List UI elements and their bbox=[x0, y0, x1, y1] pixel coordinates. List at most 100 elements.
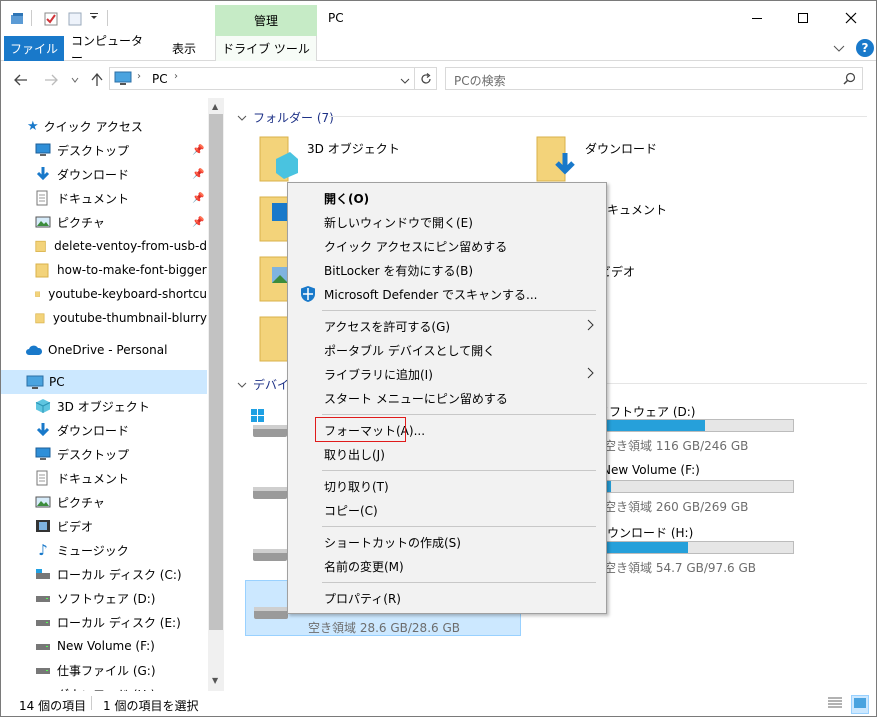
nav-label: ソフトウェア (D:) bbox=[57, 591, 156, 606]
nav-item-desktop[interactable]: デスクトップ 📌 bbox=[35, 138, 207, 162]
ribbon-collapse-icon[interactable] bbox=[833, 42, 845, 56]
nav-item-folder[interactable]: how-to-make-font-bigger bbox=[35, 258, 207, 282]
recent-locations-button[interactable] bbox=[65, 71, 85, 89]
new-folder-icon[interactable] bbox=[67, 11, 83, 27]
menu-separator bbox=[322, 582, 596, 583]
pictures-icon bbox=[35, 216, 51, 228]
menu-item-create-shortcut[interactable]: ショートカットの作成(S) bbox=[290, 530, 604, 554]
menu-item-open[interactable]: 開く(O) bbox=[290, 186, 604, 210]
breadcrumb-chevron-icon[interactable]: › bbox=[174, 71, 178, 82]
nav-pc-drive-f[interactable]: New Volume (F:) bbox=[35, 634, 155, 658]
maximize-button[interactable] bbox=[780, 1, 826, 34]
ribbon-tabs: ファイル コンピューター 表示 ドライブ ツール ? bbox=[1, 34, 876, 65]
pin-icon[interactable]: 📌 bbox=[192, 193, 204, 204]
nav-item-folder[interactable]: youtube-keyboard-shortcu bbox=[35, 282, 207, 306]
nav-item-folder[interactable]: delete-ventoy-from-usb-d bbox=[35, 234, 207, 258]
menu-item-grant-access[interactable]: アクセスを許可する(G) bbox=[290, 314, 604, 338]
nav-pc-videos[interactable]: ビデオ bbox=[35, 514, 93, 538]
folder-3d-objects[interactable] bbox=[258, 133, 300, 188]
tiles-view-icon[interactable] bbox=[851, 695, 869, 714]
nav-quick-access[interactable]: ★ クイック アクセス bbox=[27, 114, 143, 138]
forward-button[interactable] bbox=[41, 71, 61, 89]
menu-item-pin-start[interactable]: スタート メニューにピン留めする bbox=[290, 386, 604, 410]
breadcrumb-pc[interactable]: PC bbox=[152, 72, 168, 86]
nav-pc-3d-objects[interactable]: 3D オブジェクト bbox=[35, 394, 150, 418]
menu-item-eject[interactable]: 取り出し(J) bbox=[290, 442, 604, 466]
nav-item-pictures[interactable]: ピクチャ 📌 bbox=[35, 210, 207, 234]
tab-drive-tools[interactable]: ドライブ ツール bbox=[215, 36, 317, 61]
address-dropdown-icon[interactable] bbox=[400, 74, 410, 88]
scrollbar-thumb[interactable] bbox=[209, 114, 223, 630]
nav-pc-drive-d[interactable]: ソフトウェア (D:) bbox=[35, 586, 155, 610]
nav-item-downloads[interactable]: ダウンロード 📌 bbox=[35, 162, 207, 186]
menu-item-bitlocker[interactable]: BitLocker を有効にする(B) bbox=[290, 258, 604, 282]
context-menu: 開く(O) 新しいウィンドウで開く(E) クイック アクセスにピン留めする Bi… bbox=[287, 182, 607, 614]
tab-view[interactable]: 表示 bbox=[161, 36, 207, 61]
nav-item-folder[interactable]: youtube-thumbnail-blurry bbox=[35, 306, 207, 330]
group-folders[interactable]: フォルダー (7) bbox=[237, 109, 334, 126]
menu-item-copy[interactable]: コピー(C) bbox=[290, 498, 604, 522]
drive-g[interactable] bbox=[251, 545, 287, 570]
drive-free-space: 空き領域 116 GB/246 GB bbox=[604, 439, 749, 453]
menu-item-rename[interactable]: 名前の変更(M) bbox=[290, 554, 604, 578]
cloud-icon bbox=[26, 345, 43, 355]
breadcrumb-chevron-icon[interactable]: › bbox=[137, 71, 141, 82]
quick-access-dropdown-icon[interactable] bbox=[89, 11, 99, 21]
nav-pc-drive-g[interactable]: 仕事ファイル (G:) bbox=[35, 658, 156, 682]
submenu-arrow-icon bbox=[586, 319, 594, 334]
status-bar: 14 個の項目 1 個の項目を選択 bbox=[1, 691, 876, 716]
nav-item-documents[interactable]: ドキュメント 📌 bbox=[35, 186, 207, 210]
nav-pc-music[interactable]: ♪ ミュージック bbox=[35, 538, 129, 562]
menu-item-open-portable[interactable]: ポータブル デバイスとして開く bbox=[290, 338, 604, 362]
nav-pc-downloads[interactable]: ダウンロード bbox=[35, 418, 129, 442]
nav-pc-drive-e[interactable]: ローカル ディスク (E:) bbox=[35, 610, 181, 634]
folder-icon bbox=[35, 291, 41, 297]
menu-item-cut[interactable]: 切り取り(T) bbox=[290, 474, 604, 498]
pin-icon[interactable]: 📌 bbox=[192, 145, 204, 156]
drive-name: ソフトウェア (D:) bbox=[597, 405, 696, 419]
close-button[interactable] bbox=[828, 1, 874, 34]
back-button[interactable] bbox=[11, 71, 31, 89]
minimize-button[interactable] bbox=[734, 1, 780, 34]
details-view-icon[interactable] bbox=[827, 696, 843, 713]
tab-file[interactable]: ファイル bbox=[4, 36, 64, 61]
tab-computer[interactable]: コンピューター bbox=[71, 34, 151, 65]
nav-onedrive[interactable]: OneDrive - Personal bbox=[25, 338, 167, 362]
menu-item-pin-quick-access[interactable]: クイック アクセスにピン留めする bbox=[290, 234, 604, 258]
nav-pc-documents[interactable]: ドキュメント bbox=[35, 466, 129, 490]
nav-pc-desktop[interactable]: デスクトップ bbox=[35, 442, 129, 466]
tab-manage[interactable]: 管理 bbox=[215, 5, 317, 36]
address-bar[interactable]: › PC › bbox=[109, 67, 415, 90]
refresh-button[interactable] bbox=[415, 67, 437, 90]
nav-label: delete-ventoy-from-usb-d bbox=[54, 239, 207, 253]
nav-pc-drive-c[interactable]: ローカル ディスク (C:) bbox=[35, 562, 182, 586]
nav-scrollbar[interactable]: ▲ ▼ bbox=[208, 98, 224, 691]
menu-item-add-library[interactable]: ライブラリに追加(I) bbox=[290, 362, 604, 386]
pin-icon[interactable]: 📌 bbox=[192, 169, 204, 180]
pin-icon[interactable]: 📌 bbox=[192, 217, 204, 228]
menu-item-properties[interactable]: プロパティ(R) bbox=[290, 586, 604, 610]
folder-icon bbox=[35, 263, 49, 278]
nav-pc[interactable]: PC bbox=[1, 370, 207, 394]
nav-label: 3D オブジェクト bbox=[57, 399, 150, 414]
nav-label: OneDrive - Personal bbox=[48, 343, 168, 357]
scroll-down-icon[interactable]: ▼ bbox=[212, 676, 218, 685]
drive-c[interactable] bbox=[251, 409, 287, 446]
menu-item-defender-scan[interactable]: Microsoft Defender でスキャンする... bbox=[290, 282, 604, 306]
search-input[interactable]: PCの検索 bbox=[445, 67, 863, 90]
menu-item-open-new-window[interactable]: 新しいウィンドウで開く(E) bbox=[290, 210, 604, 234]
scroll-up-icon[interactable]: ▲ bbox=[212, 102, 218, 111]
up-button[interactable] bbox=[87, 71, 107, 89]
menu-separator bbox=[322, 526, 596, 527]
properties-icon[interactable] bbox=[43, 11, 59, 27]
usage-fill bbox=[605, 542, 688, 553]
drive-icon bbox=[253, 549, 287, 561]
nav-pc-pictures[interactable]: ピクチャ bbox=[35, 490, 105, 514]
group-devices[interactable]: デバイ bbox=[237, 376, 289, 393]
drive-usage-bar bbox=[604, 419, 794, 432]
explorer-window: 管理 PC ファイル コンピューター 表示 ドライブ ツール ? › PC › … bbox=[0, 0, 877, 717]
folder-downloads[interactable] bbox=[535, 133, 577, 188]
help-icon[interactable]: ? bbox=[856, 39, 874, 57]
drive-e[interactable] bbox=[251, 483, 287, 508]
submenu-arrow-icon bbox=[586, 367, 594, 382]
